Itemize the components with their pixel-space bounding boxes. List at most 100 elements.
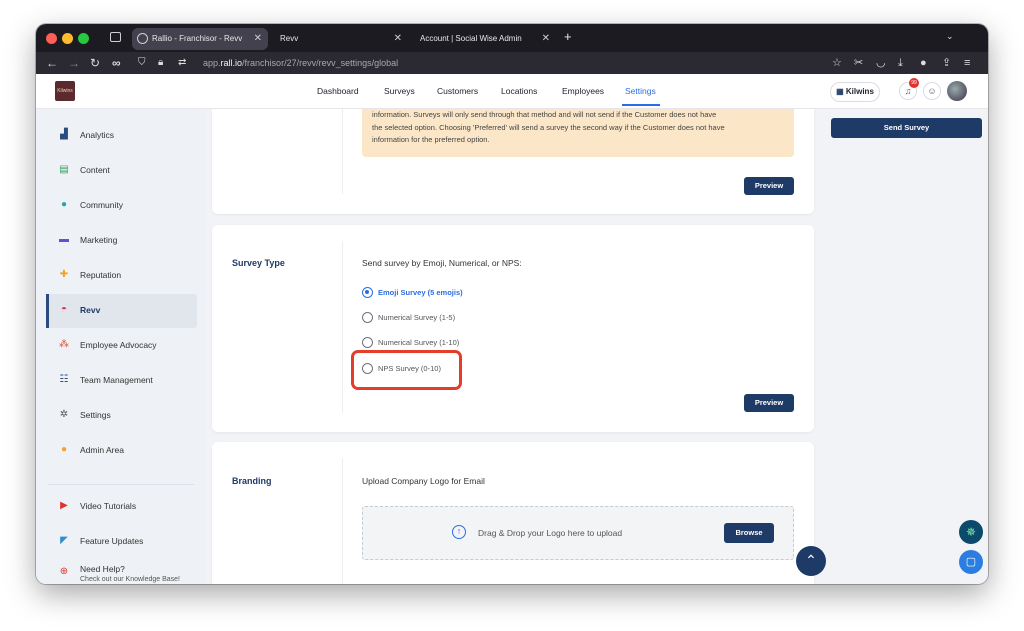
sidebar: ▟ Analytics ▤ Content ● Community ▬ Mark…: [36, 109, 206, 584]
brand-selector-label: Kilwins: [845, 87, 874, 96]
sidebar-item-label: Analytics: [80, 130, 115, 140]
nav-locations[interactable]: Locations: [501, 86, 537, 96]
tab-rallio-franchisor[interactable]: Rallio - Franchisor - Revv ✕: [132, 28, 268, 50]
forward-arrow-icon[interactable]: →: [68, 55, 80, 71]
knowledge-base-link[interactable]: Check out our Knowledge Base!: [80, 576, 180, 583]
radio-label[interactable]: Emoji Survey (5 emojis): [378, 288, 463, 297]
menu-icon[interactable]: ≡: [964, 56, 970, 70]
radio-numerical-1-5[interactable]: [362, 312, 373, 323]
nav-dashboard[interactable]: Dashboard: [317, 86, 359, 96]
note-line: the selected option. Choosing 'Preferred…: [372, 122, 725, 132]
infinity-icon[interactable]: ∞: [112, 55, 121, 71]
card-divider: [342, 109, 343, 194]
new-tab-button[interactable]: +: [564, 29, 572, 44]
share-icon[interactable]: ⇪: [942, 56, 951, 70]
sidebar-item-content[interactable]: ▤ Content: [36, 154, 196, 188]
sidebar-item-label: Content: [80, 165, 110, 175]
browser-window: Rallio - Franchisor - Revv ✕ Revv ✕ Acco…: [36, 24, 988, 584]
address-bar[interactable]: app.rall.io/franchisor/27/revv/revv_sett…: [203, 56, 398, 70]
megaphone-icon: ◤: [60, 535, 68, 546]
tab-revv[interactable]: Revv ✕: [272, 28, 408, 50]
tab-social-wise-admin[interactable]: Account | Social Wise Admin ✕: [412, 28, 556, 50]
sidebar-item-need-help[interactable]: ⊕ Need Help? Check out our Knowledge Bas…: [36, 556, 196, 584]
brand-selector[interactable]: ▦ Kilwins: [830, 82, 880, 102]
back-arrow-icon[interactable]: ←: [46, 55, 58, 71]
method-preview-button[interactable]: Preview: [744, 177, 794, 195]
reload-icon[interactable]: ↻: [90, 55, 100, 71]
chevron-up-icon: ⌃: [805, 552, 817, 568]
sidebar-item-admin-area[interactable]: ● Admin Area: [36, 434, 196, 468]
chat-widget-button[interactable]: ▢: [959, 550, 983, 574]
card-divider: [342, 241, 343, 413]
support-button[interactable]: ☺: [923, 82, 941, 100]
marketing-icon: ▬: [59, 234, 69, 245]
radio-numerical-1-10[interactable]: [362, 337, 373, 348]
method-info-note: information. Surveys will only send thro…: [362, 109, 794, 157]
app-header: Kilwins Dashboard Surveys Customers Loca…: [36, 74, 988, 109]
sidebar-item-revv[interactable]: ◓ Revv: [46, 294, 197, 328]
sidebar-item-label: Employee Advocacy: [80, 340, 157, 350]
close-window-button[interactable]: [46, 33, 57, 44]
sidebar-item-label: Team Management: [80, 375, 153, 385]
permissions-icon[interactable]: ⇄: [178, 55, 186, 71]
video-icon: ▶: [60, 500, 68, 511]
radio-label[interactable]: Numerical Survey (1-5): [378, 313, 455, 322]
smiley-icon: ☺: [927, 86, 937, 96]
lifebuoy-icon: ⊕: [59, 566, 69, 577]
extension-icon[interactable]: ✂: [854, 56, 863, 70]
tab-overview-icon[interactable]: [110, 32, 121, 42]
upload-arrow-icon: ↑: [452, 525, 466, 539]
survey-type-card: Survey Type Send survey by Emoji, Numeri…: [212, 225, 814, 432]
sidebar-item-settings[interactable]: ✲ Settings: [36, 399, 196, 433]
reputation-icon: ✚: [59, 269, 69, 280]
content-icon: ▤: [59, 164, 69, 175]
bookmark-star-icon[interactable]: ☆: [832, 56, 842, 70]
lock-icon[interactable]: 🔒︎: [158, 55, 163, 71]
sidebar-item-label: Marketing: [80, 235, 118, 245]
send-survey-button[interactable]: Send Survey: [831, 118, 982, 138]
user-avatar[interactable]: [947, 81, 967, 101]
survey-type-title: Survey Type: [232, 258, 285, 268]
tab-label: Rallio - Franchisor - Revv: [152, 34, 243, 43]
url-path: /franchisor/27/revv/revv_settings/global: [242, 58, 399, 68]
nav-customers[interactable]: Customers: [437, 86, 478, 96]
scroll-to-top-button[interactable]: ⌃: [796, 546, 826, 576]
survey-type-preview-button[interactable]: Preview: [744, 394, 794, 412]
nav-settings[interactable]: Settings: [625, 86, 656, 96]
nav-surveys[interactable]: Surveys: [384, 86, 415, 96]
radio-emoji-survey[interactable]: [362, 287, 373, 298]
sidebar-item-community[interactable]: ● Community: [36, 189, 196, 223]
browse-button[interactable]: Browse: [724, 523, 774, 543]
radio-label[interactable]: Numerical Survey (1-10): [378, 338, 459, 347]
sidebar-item-reputation[interactable]: ✚ Reputation: [36, 259, 196, 293]
brand-logo[interactable]: Kilwins: [55, 81, 75, 101]
sidebar-item-analytics[interactable]: ▟ Analytics: [36, 119, 196, 153]
maximize-window-button[interactable]: [78, 33, 89, 44]
download-icon[interactable]: ⤓: [898, 56, 903, 70]
sidebar-divider: [48, 484, 194, 485]
sidebar-item-employee-advocacy[interactable]: ⁂ Employee Advocacy: [36, 329, 196, 363]
pocket-icon[interactable]: ◡: [876, 56, 886, 70]
sidebar-item-label: Video Tutorials: [80, 501, 137, 511]
dropzone-text: Drag & Drop your Logo here to upload: [478, 528, 623, 538]
nps-highlight-annotation: [351, 350, 462, 390]
close-tab-icon[interactable]: ✕: [254, 28, 262, 50]
sidebar-item-video-tutorials[interactable]: ▶ Video Tutorials: [36, 490, 196, 524]
sidebar-item-team-management[interactable]: ☷ Team Management: [36, 364, 196, 398]
building-icon: ▦: [836, 87, 844, 96]
branding-title: Branding: [232, 476, 272, 486]
nav-employees[interactable]: Employees: [562, 86, 604, 96]
chevron-down-icon[interactable]: ⌄: [946, 31, 954, 42]
shield-icon[interactable]: ⛉: [138, 55, 146, 71]
tab-label: Revv: [280, 34, 299, 43]
survey-type-prompt: Send survey by Emoji, Numerical, or NPS:: [362, 258, 522, 268]
sidebar-item-label: Community: [80, 200, 123, 210]
close-tab-icon[interactable]: ✕: [394, 28, 402, 50]
sidebar-item-label: Reputation: [80, 270, 122, 280]
close-tab-icon[interactable]: ✕: [542, 28, 550, 50]
sidebar-item-marketing[interactable]: ▬ Marketing: [36, 224, 196, 258]
profile-icon[interactable]: ●: [920, 56, 927, 70]
minimize-window-button[interactable]: [62, 33, 73, 44]
accessibility-button[interactable]: ✵: [959, 520, 983, 544]
sidebar-item-feature-updates[interactable]: ◤ Feature Updates: [36, 525, 196, 559]
